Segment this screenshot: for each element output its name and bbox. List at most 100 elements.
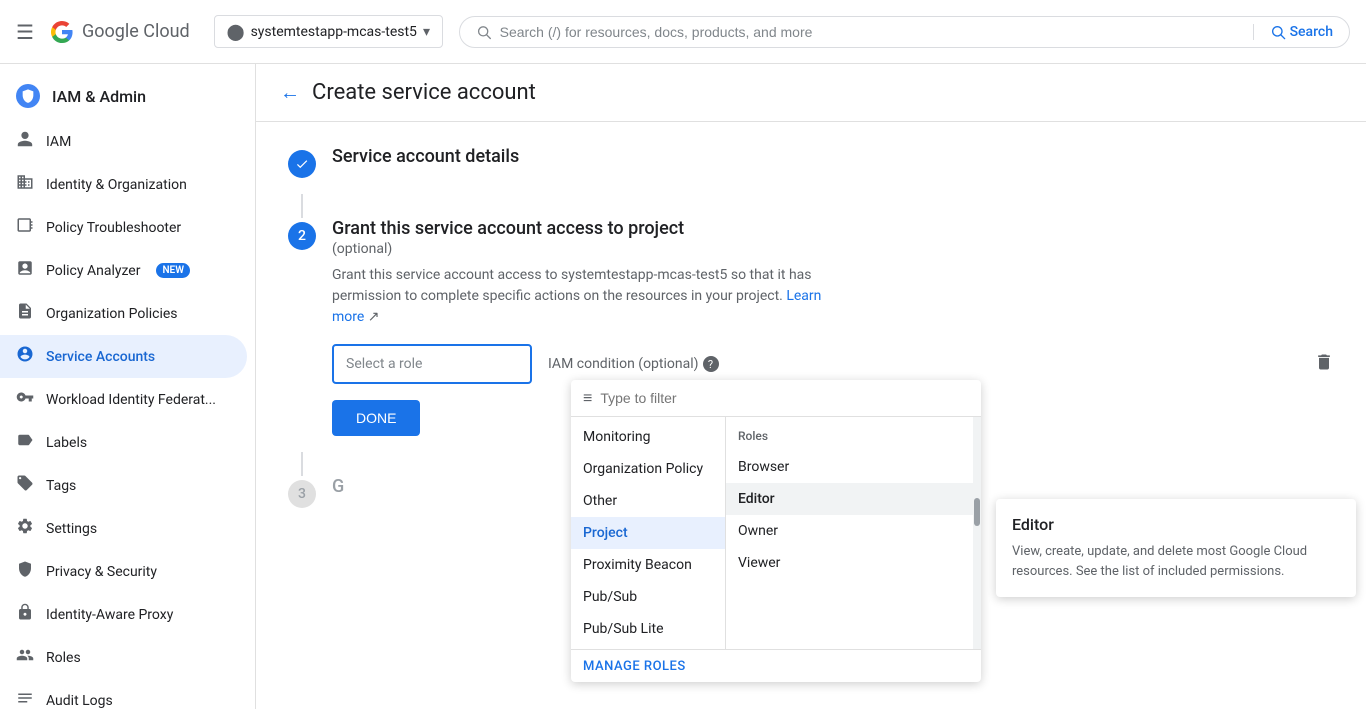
- roles-icon: [16, 646, 34, 669]
- sidebar-item-audit-logs[interactable]: Audit Logs: [0, 679, 247, 709]
- settings-icon: [16, 517, 34, 540]
- step-2-indicator: 2: [288, 222, 316, 250]
- tooltip-description: View, create, update, and delete most Go…: [1012, 542, 1340, 581]
- project-icon: ⬤: [227, 22, 245, 41]
- step-2-title-row: Grant this service account access to pro…: [332, 218, 1334, 239]
- sidebar-item-analyzer-label: Policy Analyzer: [46, 263, 140, 279]
- role-select-row: Select a role IAM condition (optional) ?: [332, 344, 1334, 384]
- sidebar-item-workload-label: Workload Identity Federat...: [46, 392, 216, 408]
- page-title: Create service account: [312, 80, 536, 105]
- sidebar-item-labels[interactable]: Labels: [0, 421, 247, 464]
- sidebar-item-policy-analyzer[interactable]: Policy Analyzer NEW: [0, 249, 247, 292]
- dropdown-footer: MANAGE ROLES: [571, 649, 981, 682]
- tags-icon: [16, 474, 34, 497]
- search-icon: [476, 23, 492, 41]
- category-other[interactable]: Other: [571, 485, 725, 517]
- sidebar-item-troubleshooter-label: Policy Troubleshooter: [46, 220, 181, 236]
- sidebar-item-iam-label: IAM: [46, 134, 71, 150]
- sidebar-item-service-accounts[interactable]: Service Accounts: [0, 335, 247, 378]
- done-button[interactable]: DONE: [332, 400, 420, 436]
- labels-icon: [16, 431, 34, 454]
- google-cloud-logo: Google Cloud: [50, 20, 190, 44]
- sidebar-title: IAM & Admin: [52, 87, 146, 106]
- project-selector[interactable]: ⬤ systemtestapp-mcas-test5 ▾: [214, 15, 443, 48]
- sidebar-item-policy-troubleshooter[interactable]: Policy Troubleshooter: [0, 206, 247, 249]
- sidebar-item-roles[interactable]: Roles: [0, 636, 247, 679]
- google-logo-icon: [50, 20, 74, 44]
- role-editor[interactable]: Editor: [726, 483, 973, 515]
- dropdown-body: Monitoring Organization Policy Other Pro…: [571, 417, 981, 649]
- project-name: systemtestapp-mcas-test5: [251, 24, 417, 40]
- dropdown-filter-row: ≡: [571, 380, 981, 417]
- step-1-indicator: [288, 150, 316, 178]
- sidebar-item-audit-logs-label: Audit Logs: [46, 693, 113, 709]
- iam-icon: [16, 130, 34, 153]
- search-button[interactable]: Search: [1253, 24, 1333, 40]
- org-policies-icon: [16, 302, 34, 325]
- content-area: ← Create service account Service account…: [256, 64, 1366, 709]
- category-pubsub[interactable]: Pub/Sub: [571, 581, 725, 613]
- role-selector[interactable]: Select a role: [332, 344, 532, 384]
- privacy-security-icon: [16, 560, 34, 583]
- main-layout: IAM & Admin IAM Identity & Organization …: [0, 64, 1366, 709]
- sidebar-item-organization-policies[interactable]: Organization Policies: [0, 292, 247, 335]
- identity-aware-proxy-icon: [16, 603, 34, 626]
- role-owner[interactable]: Owner: [726, 515, 973, 547]
- role-tooltip: Editor View, create, update, and delete …: [996, 499, 1356, 597]
- iam-condition-label: IAM condition (optional) ?: [548, 356, 719, 372]
- step-3-indicator: 3: [288, 480, 316, 508]
- sidebar-item-settings-label: Settings: [46, 521, 97, 537]
- role-browser[interactable]: Browser: [726, 451, 973, 483]
- audit-logs-icon: [16, 689, 34, 709]
- step-2-title: Grant this service account access to pro…: [332, 218, 684, 239]
- search-button-label: Search: [1290, 24, 1333, 40]
- sidebar-item-workload-identity[interactable]: Workload Identity Federat...: [0, 378, 247, 421]
- role-viewer[interactable]: Viewer: [726, 547, 973, 579]
- sidebar-item-privacy-security[interactable]: Privacy & Security: [0, 550, 247, 593]
- sidebar-item-privacy-label: Privacy & Security: [46, 564, 157, 580]
- roles-header: Roles: [726, 421, 973, 451]
- sidebar-item-iap-label: Identity-Aware Proxy: [46, 607, 173, 623]
- policy-analyzer-badge: NEW: [156, 263, 190, 278]
- sidebar-item-iam[interactable]: IAM: [0, 120, 247, 163]
- role-dropdown: ≡ Monitoring Organization Policy Other P…: [571, 380, 981, 682]
- sidebar-item-identity-organization[interactable]: Identity & Organization: [0, 163, 247, 206]
- dropdown-roles-list: Roles Browser Editor Owner Viewer: [726, 417, 973, 649]
- menu-icon[interactable]: ☰: [16, 20, 34, 44]
- dropdown-filter-input[interactable]: [600, 390, 969, 406]
- sidebar-header: IAM & Admin: [0, 72, 255, 120]
- logo-text: Google Cloud: [82, 21, 190, 42]
- step-2-subtitle: (optional): [332, 241, 1334, 257]
- sidebar-item-labels-label: Labels: [46, 435, 87, 451]
- manage-roles-link[interactable]: MANAGE ROLES: [583, 659, 686, 674]
- sidebar-item-settings[interactable]: Settings: [0, 507, 247, 550]
- identity-org-icon: [16, 173, 34, 196]
- category-organization-policy[interactable]: Organization Policy: [571, 453, 725, 485]
- sidebar-item-org-policies-label: Organization Policies: [46, 306, 178, 322]
- topbar: ☰ Google Cloud ⬤ systemtestapp-mcas-test…: [0, 0, 1366, 64]
- shield-icon: [20, 88, 36, 104]
- iam-admin-icon: [16, 84, 40, 108]
- checkmark-icon: [295, 157, 309, 171]
- category-pubsub-lite[interactable]: Pub/Sub Lite: [571, 613, 725, 645]
- sidebar-item-identity-label: Identity & Organization: [46, 177, 187, 193]
- step-connector-2: [301, 452, 303, 476]
- search-input[interactable]: [500, 24, 1245, 40]
- dropdown-scrollbar[interactable]: [973, 417, 981, 649]
- step-1: Service account details: [288, 146, 1334, 178]
- sidebar-item-tags-label: Tags: [46, 478, 76, 494]
- iam-condition-help-icon[interactable]: ?: [703, 356, 719, 372]
- sidebar-item-tags[interactable]: Tags: [0, 464, 247, 507]
- back-button[interactable]: ←: [280, 80, 300, 105]
- category-proximity-beacon[interactable]: Proximity Beacon: [571, 549, 725, 581]
- category-monitoring[interactable]: Monitoring: [571, 421, 725, 453]
- service-accounts-icon: [16, 345, 34, 368]
- sidebar-item-roles-label: Roles: [46, 650, 81, 666]
- sidebar-item-service-accounts-label: Service Accounts: [46, 349, 155, 365]
- policy-analyzer-icon: [16, 259, 34, 282]
- delete-role-button[interactable]: [1314, 352, 1334, 377]
- page-header: ← Create service account: [256, 64, 1366, 122]
- search-bar[interactable]: Search: [459, 16, 1350, 48]
- category-project[interactable]: Project: [571, 517, 725, 549]
- sidebar-item-identity-aware-proxy[interactable]: Identity-Aware Proxy: [0, 593, 247, 636]
